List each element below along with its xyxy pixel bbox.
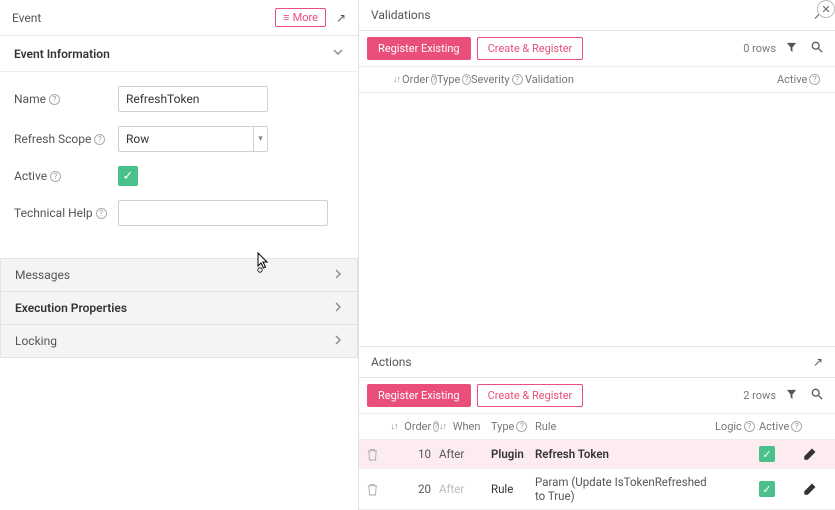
cell-order: 20 [393,482,439,496]
delete-icon[interactable] [367,483,393,496]
validations-header: Validations ↗ [359,0,835,31]
more-button-label: More [293,11,318,24]
actions-body: 10AfterPluginRefresh Token✓20AfterRulePa… [359,440,835,510]
validations-row-count: 0 rows [743,42,776,55]
col-logic[interactable]: Logic? [715,420,759,433]
execution-properties-label: Execution Properties [15,301,127,315]
chevron-right-icon [333,301,343,315]
col-order[interactable]: ↓↑ Order? [393,420,439,433]
actions-title: Actions [371,355,803,369]
help-icon[interactable]: ? [516,421,527,432]
cell-rule: Param (Update IsTokenRefreshed to True) [535,475,715,503]
locking-label: Locking [15,334,57,348]
tab-create-register[interactable]: Create & Register [477,37,584,60]
tab-register-existing[interactable]: Register Existing [367,384,471,407]
help-icon[interactable]: ? [744,421,755,432]
actions-row-count: 2 rows [743,389,776,402]
hamburger-icon: ≡ [283,11,289,24]
sort-icon: ↓↑ [391,421,398,432]
help-icon[interactable]: ? [791,421,802,432]
help-icon[interactable]: ? [809,74,820,85]
edit-icon[interactable] [803,482,827,496]
help-icon[interactable]: ? [462,74,471,85]
close-icon[interactable]: ✕ [817,0,835,18]
name-input[interactable] [118,86,268,112]
sort-icon: ↓↑ [439,421,446,432]
table-row[interactable]: 20AfterRuleParam (Update IsTokenRefreshe… [359,469,835,510]
more-button[interactable]: ≡ More [275,8,326,27]
refresh-scope-label: Refresh Scope ? [14,132,118,146]
execution-properties-section[interactable]: Execution Properties [0,292,358,325]
refresh-scope-select[interactable]: Row ▾ [118,126,268,152]
edit-icon[interactable] [803,447,827,461]
active-checkbox[interactable]: ✓ [118,166,138,186]
sort-icon: ↓↑ [393,74,400,85]
cell-when: After [439,447,491,461]
check-icon: ✓ [759,481,775,497]
help-icon[interactable]: ? [50,171,61,182]
event-title: Event [12,11,275,25]
refresh-scope-value: Row [118,126,253,152]
col-when[interactable]: ↓↑ When [439,420,491,433]
actions-header: Actions ↗ [359,346,835,378]
cell-active: ✓ [759,446,803,462]
right-panel: Validations ↗ Register Existing Create &… [359,0,835,510]
validations-columns: ↓↑Order? Type? Severity? Validation Acti… [359,67,835,93]
help-icon[interactable]: ? [49,94,60,105]
col-order[interactable]: ↓↑Order? [393,73,437,86]
technical-help-input[interactable] [118,200,328,226]
cell-type: Plugin [491,447,535,461]
chevron-right-icon [333,268,343,282]
chevron-right-icon [333,334,343,348]
help-icon[interactable]: ? [96,208,107,219]
col-severity[interactable]: Severity? [471,73,525,86]
event-information-header[interactable]: Event Information [0,36,358,72]
check-icon: ✓ [759,446,775,462]
locking-section[interactable]: Locking [0,325,358,358]
delete-icon[interactable] [367,448,393,461]
validations-tabbar: Register Existing Create & Register 0 ro… [359,31,835,67]
table-row[interactable]: 10AfterPluginRefresh Token ✓ [359,440,835,469]
validations-body [359,93,835,346]
tab-create-register[interactable]: Create & Register [477,384,584,407]
popout-icon[interactable]: ↗ [813,355,823,369]
caret-down-icon: ▾ [253,126,268,152]
popout-icon[interactable]: ↗ [336,11,346,25]
name-label: Name ? [14,92,118,106]
help-icon[interactable]: ? [512,74,523,85]
col-validation[interactable]: Validation [525,73,777,86]
actions-columns: ↓↑ Order? ↓↑ When Type? Rule Logic? Acti… [359,414,835,440]
col-type[interactable]: Type? [437,73,471,86]
event-panel-header: Event ≡ More ↗ [0,0,358,36]
col-rule[interactable]: Rule [535,420,715,433]
tab-register-existing[interactable]: Register Existing [367,37,471,60]
event-information-label: Event Information [14,47,110,61]
chevron-down-icon [332,46,344,61]
cell-active: ✓ [759,481,803,497]
filter-icon[interactable] [782,389,801,403]
event-panel: Event ≡ More ↗ Event Information Name ? … [0,0,359,510]
col-active[interactable]: Active? [759,420,803,433]
cell-type: Rule [491,482,535,496]
messages-section[interactable]: Messages [0,258,358,292]
search-icon[interactable] [807,41,827,56]
technical-help-label: Technical Help ? [14,206,118,220]
filter-icon[interactable] [782,42,801,56]
col-type[interactable]: Type? [491,420,535,433]
cell-order: 10 [393,447,439,461]
actions-tabbar: Register Existing Create & Register 2 ro… [359,378,835,414]
event-form: Name ? Refresh Scope ? Row ▾ Active ? ✓ [0,72,358,254]
validations-title: Validations [371,8,803,22]
col-active[interactable]: Active? [777,73,827,86]
active-label: Active ? [14,169,118,183]
cell-when: After [439,482,491,496]
search-icon[interactable] [807,388,827,403]
messages-label: Messages [15,268,70,282]
help-icon[interactable]: ? [94,134,105,145]
cell-rule: Refresh Token [535,447,715,461]
